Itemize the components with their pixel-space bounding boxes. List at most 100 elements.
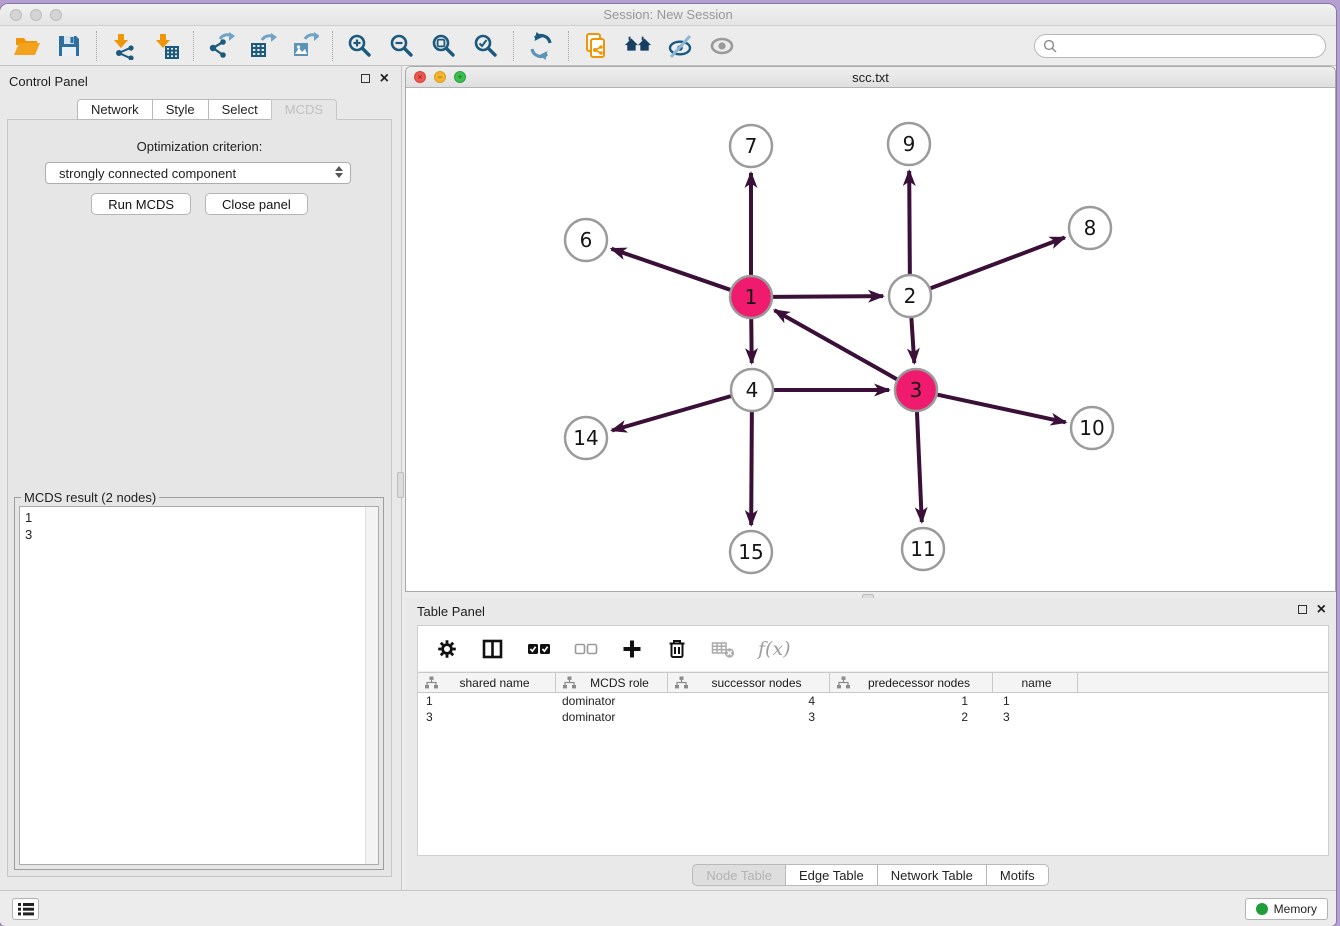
clone-network-icon[interactable] bbox=[582, 32, 610, 60]
criterion-dropdown-value: strongly connected component bbox=[59, 166, 236, 181]
app-window: Session: New Session bbox=[0, 4, 1336, 926]
column-header-shared-name[interactable]: shared name bbox=[418, 673, 556, 692]
add-column-icon[interactable] bbox=[621, 638, 643, 660]
open-folder-icon[interactable] bbox=[13, 32, 41, 60]
optimization-criterion-label: Optimization criterion: bbox=[8, 139, 391, 154]
close-table-panel-icon[interactable]: × bbox=[1317, 605, 1326, 614]
column-layout-icon[interactable] bbox=[481, 638, 504, 660]
zoom-selected-icon[interactable] bbox=[472, 32, 500, 60]
graph-edge-3-1[interactable] bbox=[775, 310, 897, 379]
mcds-result-group: MCDS result (2 nodes) 1 3 bbox=[14, 497, 384, 870]
tab-style[interactable]: Style bbox=[152, 99, 208, 120]
close-panel-button[interactable]: Close panel bbox=[205, 193, 308, 215]
graph-edge-2-8[interactable] bbox=[931, 238, 1065, 289]
graph-edge-1-2[interactable] bbox=[773, 296, 883, 297]
run-mcds-button[interactable]: Run MCDS bbox=[91, 193, 191, 215]
cell-shared-name: 3 bbox=[418, 709, 556, 725]
graph-node-6[interactable]: 6 bbox=[565, 219, 607, 261]
graph-node-10[interactable]: 10 bbox=[1071, 407, 1113, 449]
zoom-fit-icon[interactable] bbox=[430, 32, 458, 60]
graph-node-15[interactable]: 15 bbox=[730, 531, 772, 573]
mcds-result-list: 1 3 bbox=[19, 506, 379, 865]
mcds-result-line: 1 bbox=[25, 509, 373, 526]
network-canvas[interactable]: 7 9 6 8 1 2 4 3 14 10 15 11 bbox=[406, 88, 1335, 591]
graph-node-1[interactable]: 1 bbox=[730, 276, 772, 318]
list-icon bbox=[17, 901, 35, 917]
tab-edge-table[interactable]: Edge Table bbox=[785, 864, 877, 886]
graph-edge-3-11[interactable] bbox=[917, 412, 922, 522]
network-window-titlebar[interactable]: × − + scc.txt bbox=[406, 67, 1335, 88]
vertical-split-grip[interactable] bbox=[397, 472, 404, 498]
search-field[interactable] bbox=[1034, 34, 1326, 58]
graph-node-11[interactable]: 11 bbox=[902, 528, 944, 570]
mcds-result-title: MCDS result (2 nodes) bbox=[21, 490, 159, 505]
close-panel-icon[interactable]: × bbox=[380, 74, 389, 83]
main-titlebar[interactable]: Session: New Session bbox=[0, 4, 1336, 26]
deselect-all-icon[interactable] bbox=[574, 638, 598, 660]
refresh-layout-icon[interactable] bbox=[527, 32, 555, 60]
float-panel-icon[interactable] bbox=[361, 74, 370, 83]
export-table-icon[interactable] bbox=[249, 32, 277, 60]
graph-node-14[interactable]: 14 bbox=[565, 417, 607, 459]
hide-graphics-details-icon[interactable] bbox=[666, 32, 694, 60]
float-table-panel-icon[interactable] bbox=[1298, 605, 1307, 614]
graph-node-2[interactable]: 2 bbox=[889, 275, 931, 317]
column-header-name[interactable]: name bbox=[993, 673, 1078, 692]
search-input[interactable] bbox=[1062, 38, 1317, 53]
graph-node-3[interactable]: 3 bbox=[895, 369, 937, 411]
table-row[interactable]: 3 dominator 3 2 3 bbox=[418, 709, 1328, 725]
table-panel-tabs: Node Table Edge Table Network Table Moti… bbox=[405, 864, 1336, 886]
graph-node-label: 9 bbox=[903, 132, 916, 156]
task-history-button[interactable] bbox=[12, 898, 39, 920]
graph-node-8[interactable]: 8 bbox=[1069, 207, 1111, 249]
table-row[interactable]: 1 dominator 4 1 1 bbox=[418, 693, 1328, 709]
zoom-in-icon[interactable] bbox=[346, 32, 374, 60]
tab-network[interactable]: Network bbox=[77, 99, 152, 120]
memory-status-dot bbox=[1256, 903, 1268, 915]
neighbors-houses-icon[interactable] bbox=[624, 32, 652, 60]
graph-node-label: 6 bbox=[580, 228, 593, 252]
graph-node-7[interactable]: 7 bbox=[730, 125, 772, 167]
mcds-panel: Optimization criterion: strongly connect… bbox=[7, 119, 392, 877]
save-icon[interactable] bbox=[55, 32, 83, 60]
import-network-icon[interactable] bbox=[110, 32, 138, 60]
table-panel-header: Table Panel × bbox=[405, 598, 1336, 624]
zoom-out-icon[interactable] bbox=[388, 32, 416, 60]
result-scrollbar[interactable] bbox=[365, 507, 378, 864]
delete-column-icon[interactable] bbox=[666, 638, 688, 660]
tab-mcds[interactable]: MCDS bbox=[271, 99, 337, 120]
tab-select[interactable]: Select bbox=[208, 99, 271, 120]
graph-edge-2-9[interactable] bbox=[909, 171, 910, 274]
mcds-result-line: 3 bbox=[25, 526, 373, 543]
graph-edge-1-6[interactable] bbox=[612, 249, 731, 290]
column-header-mcds-role[interactable]: MCDS role bbox=[556, 673, 668, 692]
show-graphics-details-icon bbox=[708, 32, 736, 60]
criterion-dropdown[interactable]: strongly connected component bbox=[45, 162, 351, 184]
export-image-icon[interactable] bbox=[291, 32, 319, 60]
graph-edge-4-15[interactable] bbox=[751, 412, 752, 525]
graph-node-label: 3 bbox=[910, 378, 923, 402]
memory-button[interactable]: Memory bbox=[1245, 898, 1328, 920]
column-header-predecessor-nodes[interactable]: predecessor nodes bbox=[830, 673, 993, 692]
control-panel-title: Control Panel bbox=[9, 74, 88, 89]
import-table-icon[interactable] bbox=[152, 32, 180, 60]
graph-edge-4-14[interactable] bbox=[612, 396, 731, 430]
graph-edge-3-10[interactable] bbox=[938, 395, 1066, 423]
cell-successor-nodes: 3 bbox=[668, 709, 830, 725]
graph-node-4[interactable]: 4 bbox=[731, 369, 773, 411]
column-header-successor-nodes[interactable]: successor nodes bbox=[668, 673, 830, 692]
export-network-icon[interactable] bbox=[207, 32, 235, 60]
cell-shared-name: 1 bbox=[418, 693, 556, 709]
graph-node-9[interactable]: 9 bbox=[888, 123, 930, 165]
tab-network-table[interactable]: Network Table bbox=[877, 864, 986, 886]
column-type-icon bbox=[675, 676, 688, 689]
table-panel: Table Panel × f(x) shared name MCDS role… bbox=[405, 598, 1336, 890]
column-type-icon bbox=[563, 676, 576, 689]
tab-node-table[interactable]: Node Table bbox=[692, 864, 785, 886]
table-settings-icon[interactable] bbox=[436, 638, 458, 660]
tab-motifs[interactable]: Motifs bbox=[986, 864, 1049, 886]
graph-edge-2-3[interactable] bbox=[911, 318, 914, 363]
cell-name: 3 bbox=[993, 709, 1078, 725]
select-all-icon[interactable] bbox=[527, 638, 551, 660]
network-graph: 7 9 6 8 1 2 4 3 14 10 15 11 bbox=[406, 88, 1335, 591]
